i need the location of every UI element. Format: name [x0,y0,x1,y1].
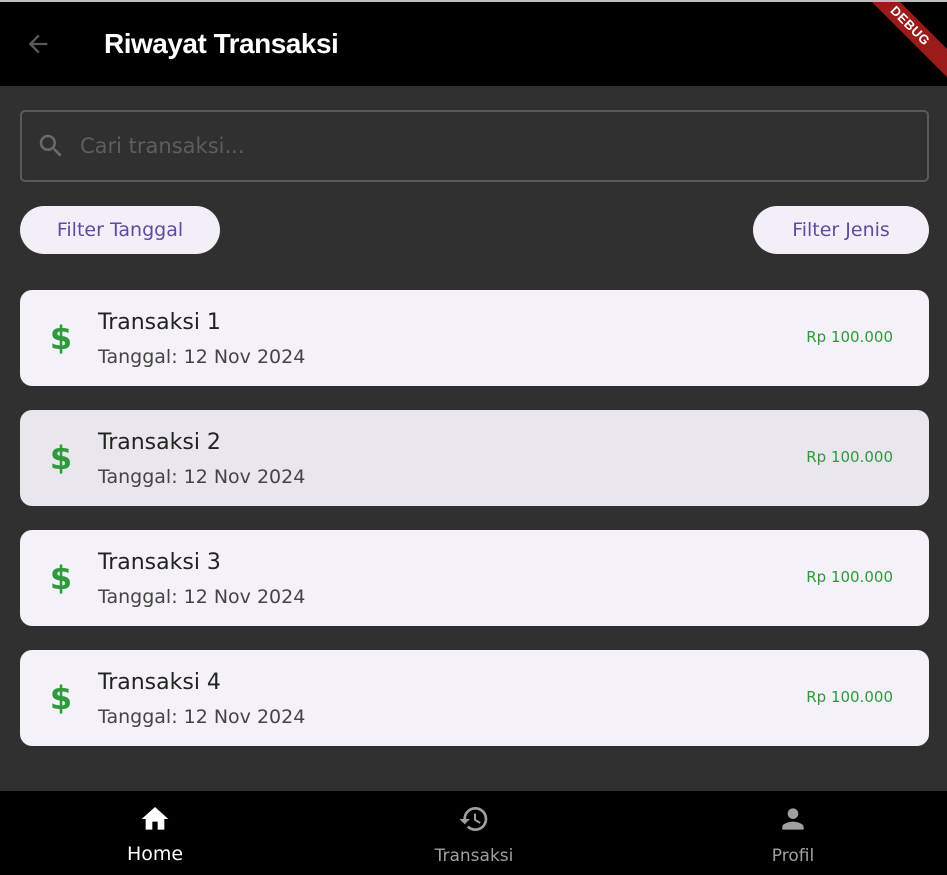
nav-label-home: Home [126,843,184,865]
page-title: Riwayat Transaksi [104,28,339,59]
arrow-back-icon [28,34,48,54]
transaction-amount: Rp 100.000 [806,448,893,466]
transaction-card[interactable]: $ Transaksi 4 Tanggal: 12 Nov 2024 Rp 10… [20,650,929,746]
transaction-title: Transaksi 4 [98,670,221,695]
nav-item-profil[interactable]: Profil [693,791,893,875]
transaction-date: Tanggal: 12 Nov 2024 [98,466,306,488]
transaction-card[interactable]: $ Transaksi 3 Tanggal: 12 Nov 2024 Rp 10… [20,530,929,626]
transaction-amount: Rp 100.000 [806,688,893,706]
person-icon [782,808,804,830]
nav-label-profil: Profil [771,846,815,866]
back-button[interactable] [22,28,54,60]
home-icon [141,807,169,830]
transaction-date: Tanggal: 12 Nov 2024 [98,706,306,728]
transaction-card[interactable]: $ Transaksi 2 Tanggal: 12 Nov 2024 Rp 10… [20,410,929,506]
dollar-icon: $ [49,319,73,357]
history-icon [459,807,488,831]
transaction-date: Tanggal: 12 Nov 2024 [98,346,306,368]
app-bar: Riwayat Transaksi DEBUG [0,0,947,86]
transaction-amount: Rp 100.000 [806,328,893,346]
transaction-card[interactable]: $ Transaksi 1 Tanggal: 12 Nov 2024 Rp 10… [20,290,929,386]
dollar-icon: $ [49,439,73,477]
nav-item-home[interactable]: Home [55,791,255,875]
transaction-date: Tanggal: 12 Nov 2024 [98,586,306,608]
search-icon [39,134,62,157]
dollar-icon: $ [49,559,73,597]
bottom-navigation: Home Transaksi Profil [0,791,947,875]
search-input[interactable] [80,122,910,170]
nav-item-transaksi[interactable]: Transaksi [374,791,574,875]
filter-type-button[interactable]: Filter Jenis [753,206,929,254]
nav-label-transaksi: Transaksi [434,846,514,866]
transaction-title: Transaksi 3 [98,550,221,575]
transaction-title: Transaksi 1 [98,310,221,335]
filter-date-button[interactable]: Filter Tanggal [20,206,220,254]
debug-banner: DEBUG [849,2,947,86]
transaction-title: Transaksi 2 [98,430,221,455]
dollar-icon: $ [49,679,73,717]
transaction-amount: Rp 100.000 [806,568,893,586]
search-field[interactable] [20,110,929,182]
